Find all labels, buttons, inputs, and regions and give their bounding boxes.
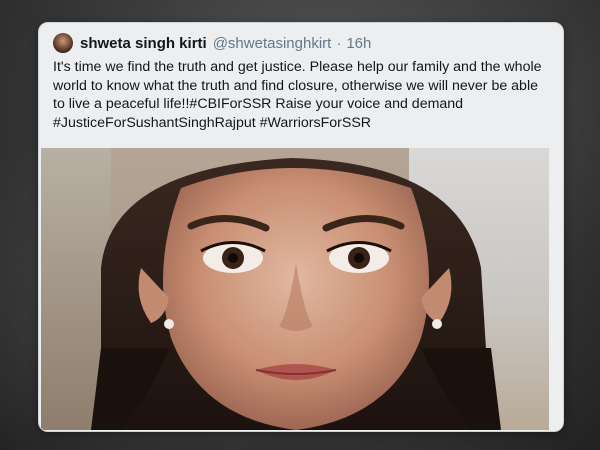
tweet-header: shweta singh kirti @shwetasinghkirt · 16…: [53, 32, 371, 54]
tweet-media-photo[interactable]: [41, 148, 549, 430]
portrait-photo-illustration: [91, 158, 501, 430]
header-separator: ·: [336, 34, 342, 52]
user-handle[interactable]: @shwetasinghkirt: [213, 35, 332, 52]
tweet-card[interactable]: shweta singh kirti @shwetasinghkirt · 16…: [38, 22, 564, 432]
display-name[interactable]: shweta singh kirti: [80, 35, 207, 52]
avatar[interactable]: [53, 33, 73, 53]
tweet-text: It's time we find the truth and get just…: [53, 59, 542, 131]
tweet-timestamp[interactable]: 16h: [346, 35, 371, 52]
